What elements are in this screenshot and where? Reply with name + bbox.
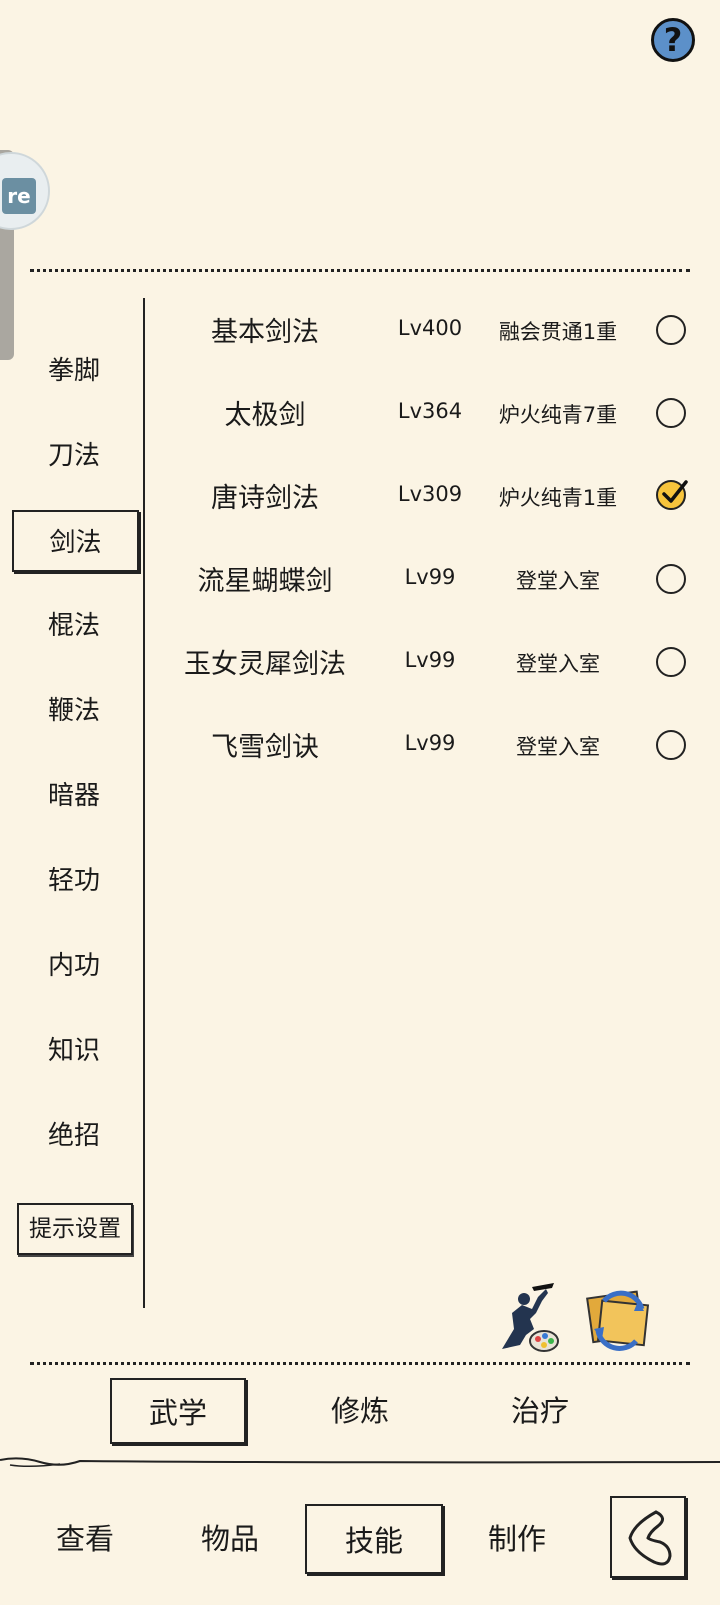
category-quanjiao[interactable]: 拳脚 [12,340,136,402]
skill-select-radio-checked[interactable] [656,480,688,510]
back-arrow-icon [628,1510,672,1566]
bottom-divider [30,1362,690,1365]
nav-wupin[interactable]: 物品 [175,1504,285,1574]
skill-level: Lv364 [397,399,463,423]
checkmark-icon [662,480,688,503]
skill-stage: 登堂入室 [516,569,600,593]
skill-stage: 登堂入室 [516,735,600,759]
help-button[interactable]: ? [651,18,695,62]
skill-stage: 炉火纯青1重 [498,486,618,510]
top-divider [30,269,690,272]
category-juezhao[interactable]: 绝招 [12,1105,136,1167]
sidebar-divider [143,298,145,1308]
floating-widget-logo: re [2,178,36,214]
tips-settings-button[interactable]: 提示设置 [17,1203,133,1255]
skill-level: Lv309 [397,482,463,506]
category-daofa[interactable]: 刀法 [12,425,136,487]
nav-jineng[interactable]: 技能 [305,1504,443,1574]
swap-scroll-icon[interactable] [584,1285,654,1353]
skill-name[interactable]: 玉女灵犀剑法 [150,642,380,681]
skill-select-radio[interactable] [656,647,686,677]
nav-chakan[interactable]: 查看 [30,1504,140,1574]
skill-select-radio[interactable] [656,564,686,594]
skill-level: Lv99 [404,565,456,589]
skill-stage: 炉火纯青7重 [498,403,618,427]
skill-name[interactable]: 飞雪剑诀 [150,725,380,764]
subtab-wuxue[interactable]: 武学 [110,1378,246,1444]
skill-level: Lv99 [404,648,456,672]
skill-name[interactable]: 流星蝴蝶剑 [150,559,380,598]
skill-name[interactable]: 太极剑 [150,393,380,432]
skill-select-radio[interactable] [656,315,686,345]
skill-name[interactable]: 基本剑法 [150,310,380,349]
subtab-xiulian[interactable]: 修炼 [300,1378,420,1444]
question-icon: ? [663,21,683,59]
category-zhishi[interactable]: 知识 [12,1020,136,1082]
skill-select-radio[interactable] [656,730,686,760]
skill-name[interactable]: 唐诗剑法 [150,476,380,515]
back-button[interactable] [610,1496,686,1578]
nav-zhizuo[interactable]: 制作 [462,1504,572,1574]
subtab-zhiliao[interactable]: 治疗 [480,1378,600,1444]
category-gunfa[interactable]: 棍法 [12,595,136,657]
martial-artist-icon[interactable] [492,1283,562,1355]
skill-stage: 融会贯通1重 [498,320,618,344]
skill-stage: 登堂入室 [516,652,600,676]
skill-level: Lv400 [397,316,463,340]
skill-select-radio[interactable] [656,398,686,428]
category-jianfa[interactable]: 剑法 [12,510,139,572]
category-anqi[interactable]: 暗器 [12,765,136,827]
brush-divider [0,1457,720,1468]
category-neigong[interactable]: 内功 [12,935,136,997]
skill-level: Lv99 [404,731,456,755]
category-bianfa[interactable]: 鞭法 [12,680,136,742]
category-qinggong[interactable]: 轻功 [12,850,136,912]
